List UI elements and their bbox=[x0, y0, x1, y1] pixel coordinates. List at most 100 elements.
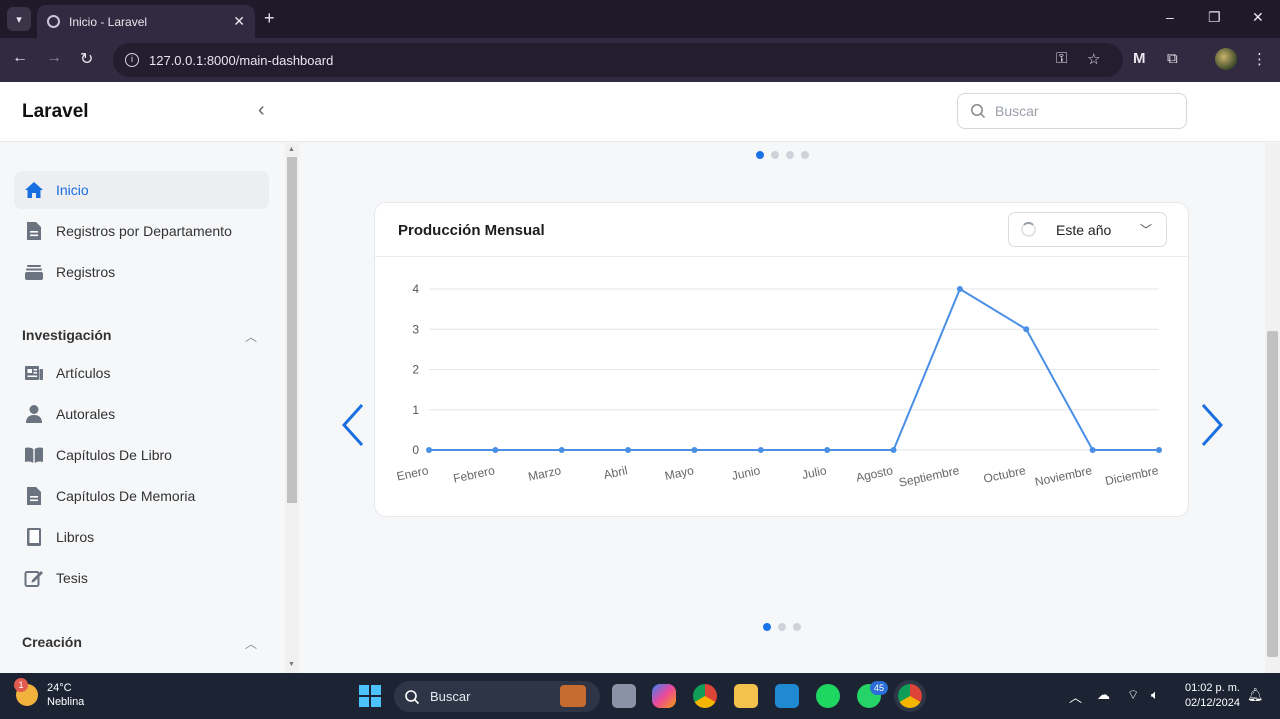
y-tick-label: 1 bbox=[412, 403, 419, 417]
clock-time: 01:02 p. m. bbox=[1184, 682, 1240, 694]
carousel-dot[interactable] bbox=[786, 151, 794, 159]
sidebar-item-inicio[interactable]: Inicio bbox=[14, 171, 269, 209]
period-select[interactable]: Este año ﹀ bbox=[1008, 212, 1167, 247]
password-key-icon[interactable]: ⚿ bbox=[1056, 50, 1067, 67]
wifi-icon[interactable]: ⌔ bbox=[1127, 687, 1139, 703]
copilot-icon[interactable] bbox=[652, 684, 676, 708]
browser-menu-icon[interactable]: ⋮ bbox=[1252, 50, 1267, 68]
spotify-icon[interactable] bbox=[816, 684, 840, 708]
sidebar-item-libros[interactable]: Libros bbox=[14, 518, 269, 556]
data-point bbox=[824, 447, 831, 453]
search-highlight-icon bbox=[560, 685, 586, 707]
minimize-button[interactable]: – bbox=[1166, 9, 1174, 25]
carousel-indicators-bottom bbox=[763, 623, 801, 631]
carousel-dot[interactable] bbox=[771, 151, 779, 159]
extensions-puzzle-icon[interactable]: ⧉ bbox=[1167, 50, 1178, 67]
newspaper-icon bbox=[23, 362, 45, 384]
close-window-button[interactable]: ✕ bbox=[1252, 9, 1264, 26]
sidebar-item-label: Libros bbox=[56, 529, 95, 545]
chevron-up-icon[interactable]: ︿ bbox=[245, 635, 257, 652]
period-select-label: Este año bbox=[1056, 221, 1112, 238]
task-view-icon[interactable] bbox=[612, 684, 636, 708]
x-tick-label: Septiembre bbox=[898, 463, 961, 490]
weather-widget[interactable]: 1 24°C Neblina bbox=[14, 678, 85, 709]
main-content: Producción Mensual Este año ﹀ 0 1 2 3 4 Enero… bbox=[299, 143, 1265, 673]
section-title-investigacion[interactable]: Investigación bbox=[22, 327, 111, 343]
carousel-next-icon[interactable] bbox=[1197, 401, 1227, 449]
sidebar-item-registros-departamento[interactable]: Registros por Departamento bbox=[14, 212, 269, 250]
onedrive-cloud-icon[interactable]: ☁ bbox=[1097, 687, 1110, 703]
sidebar-item-label: Registros bbox=[56, 264, 116, 280]
page-scrollbar[interactable] bbox=[1265, 143, 1280, 673]
carousel-dot[interactable] bbox=[778, 623, 786, 631]
file-explorer-icon[interactable] bbox=[734, 684, 758, 708]
show-hidden-icons-chevron-icon[interactable]: ︿ bbox=[1069, 687, 1082, 706]
extension-m-icon[interactable]: M bbox=[1133, 50, 1146, 67]
sidebar-item-label: Registros por Departamento bbox=[56, 223, 232, 239]
close-tab-icon[interactable]: ✕ bbox=[233, 13, 245, 30]
profile-avatar[interactable] bbox=[1215, 48, 1237, 70]
site-info-icon[interactable]: i bbox=[125, 53, 139, 67]
y-tick-label: 3 bbox=[412, 322, 419, 336]
vscode-icon[interactable] bbox=[775, 684, 799, 708]
scroll-down-arrow-icon[interactable]: ▼ bbox=[288, 661, 295, 668]
x-tick-label: Marzo bbox=[527, 463, 563, 484]
windows-taskbar: 1 24°C Neblina Buscar 45 ︿ ☁ ⌔ 🔈︎ 01:02 … bbox=[0, 673, 1280, 719]
chrome-profile-icon[interactable] bbox=[898, 684, 922, 708]
search-input[interactable] bbox=[995, 103, 1175, 119]
search-box[interactable] bbox=[957, 93, 1187, 129]
tab-title: Inicio - Laravel bbox=[69, 14, 148, 29]
carousel-dot[interactable] bbox=[763, 623, 771, 631]
production-line-chart: 0 1 2 3 4 Enero Febrero Marzo Abril Mayo Junio Juli… bbox=[395, 282, 1162, 490]
data-point bbox=[426, 447, 432, 453]
carousel-dot[interactable] bbox=[801, 151, 809, 159]
sidebar-item-tesis[interactable]: Tesis bbox=[14, 559, 269, 597]
sidebar-item-capitulos-libro[interactable]: Capítulos De Libro bbox=[14, 436, 269, 474]
x-tick-label: Junio bbox=[730, 463, 761, 483]
carousel-prev-icon[interactable] bbox=[338, 401, 368, 449]
x-tick-label: Mayo bbox=[663, 463, 695, 483]
weather-description: Neblina bbox=[47, 696, 85, 708]
data-point bbox=[1089, 447, 1096, 453]
reload-icon[interactable]: ↻ bbox=[80, 49, 93, 69]
browser-toolbar: ← → ↻ i 127.0.0.1:8000/main-dashboard ⚿ … bbox=[0, 38, 1280, 82]
carousel-dot[interactable] bbox=[793, 623, 801, 631]
whatsapp-badge: 45 bbox=[870, 681, 888, 695]
sidebar-item-registros[interactable]: Registros bbox=[14, 253, 269, 291]
app-header: Laravel ‹ bbox=[0, 82, 1280, 142]
chevron-up-icon[interactable]: ︿ bbox=[245, 328, 257, 345]
scroll-up-arrow-icon[interactable]: ▲ bbox=[288, 146, 295, 153]
volume-icon[interactable]: 🔈︎ bbox=[1151, 687, 1159, 703]
sidebar-scroll-thumb[interactable] bbox=[287, 157, 297, 503]
address-bar[interactable]: i 127.0.0.1:8000/main-dashboard bbox=[113, 43, 1123, 77]
data-point bbox=[1023, 326, 1030, 333]
chrome-icon[interactable] bbox=[693, 684, 717, 708]
new-tab-button[interactable]: + bbox=[264, 8, 275, 29]
bookmark-star-icon[interactable]: ☆ bbox=[1087, 50, 1100, 68]
sidebar-scrollbar[interactable]: ▲ ▼ bbox=[285, 143, 299, 673]
page-scroll-thumb[interactable] bbox=[1267, 331, 1278, 657]
home-icon bbox=[23, 179, 45, 201]
sidebar-item-articulos[interactable]: Artículos bbox=[14, 354, 269, 392]
chart-card-header: Producción Mensual Este año ﹀ bbox=[375, 203, 1188, 257]
data-point bbox=[625, 447, 632, 453]
browser-tab[interactable]: Inicio - Laravel ✕ bbox=[37, 5, 255, 38]
notification-bell-icon[interactable]: 🔔︎ bbox=[1247, 687, 1264, 703]
tab-search-button[interactable]: ▾ bbox=[7, 7, 31, 31]
collapse-sidebar-icon[interactable]: ‹ bbox=[258, 99, 265, 122]
restore-button[interactable]: ❐ bbox=[1208, 9, 1221, 26]
windows-start-icon[interactable] bbox=[359, 685, 381, 707]
taskbar-clock[interactable]: 01:02 p. m. 02/12/2024 bbox=[1180, 681, 1240, 711]
sidebar-item-capitulos-memoria[interactable]: Capítulos De Memoria bbox=[14, 477, 269, 515]
sidebar-item-autorales[interactable]: Autorales bbox=[14, 395, 269, 433]
bookmark-icon bbox=[23, 526, 45, 548]
y-tick-label: 4 bbox=[412, 282, 419, 296]
x-tick-label: Febrero bbox=[452, 463, 496, 485]
globe-icon bbox=[47, 15, 60, 28]
forward-icon[interactable]: → bbox=[46, 49, 62, 67]
taskbar-search[interactable]: Buscar bbox=[394, 681, 600, 712]
back-icon[interactable]: ← bbox=[12, 49, 28, 67]
carousel-dot[interactable] bbox=[756, 151, 764, 159]
url-text: 127.0.0.1:8000/main-dashboard bbox=[149, 52, 334, 68]
section-title-creacion[interactable]: Creación bbox=[22, 634, 82, 650]
